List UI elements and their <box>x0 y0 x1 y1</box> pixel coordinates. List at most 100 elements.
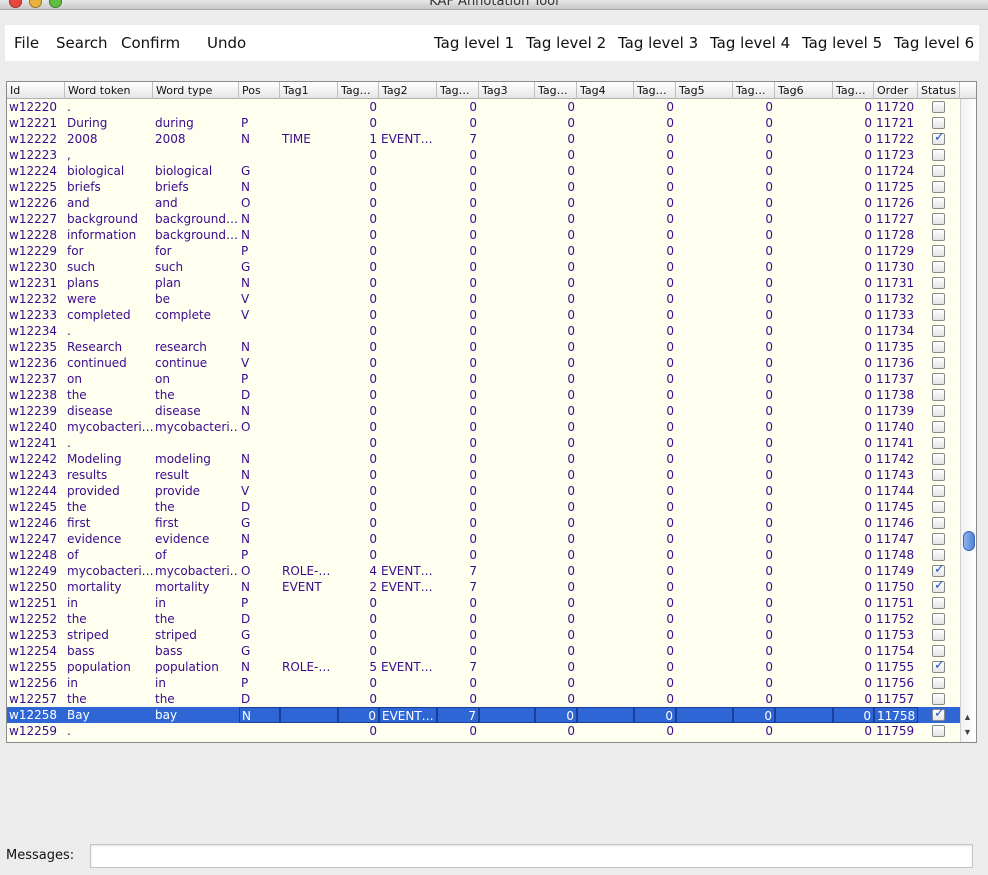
cell-tag3[interactable] <box>479 515 535 531</box>
cell-order[interactable]: 11736 <box>874 355 918 371</box>
cell-word-token[interactable]: plans <box>65 275 153 291</box>
table-row[interactable]: w12252 the the D 0 0 0 0 0 0 11752 <box>7 611 960 627</box>
cell-tag4[interactable] <box>577 467 634 483</box>
cell-tag6[interactable] <box>775 147 833 163</box>
cell-tag6-count[interactable]: 0 <box>833 147 874 163</box>
cell-order[interactable]: 11751 <box>874 595 918 611</box>
cell-tag5[interactable] <box>676 483 733 499</box>
cell-tag3-count[interactable]: 0 <box>535 131 577 147</box>
cell-tag1[interactable]: ROLE-… <box>280 563 338 579</box>
cell-tag3[interactable] <box>479 307 535 323</box>
table-body[interactable]: w12220. 0 0 0 0 0 0 11720 w12221 During during P 0 0 0… <box>7 99 960 742</box>
cell-tag2-count[interactable]: 0 <box>437 339 479 355</box>
column-header-tag1-count[interactable]: Tag… <box>338 82 379 99</box>
cell-tag6[interactable] <box>775 195 833 211</box>
cell-order[interactable]: 11743 <box>874 467 918 483</box>
cell-tag1[interactable] <box>280 339 338 355</box>
cell-tag1-count[interactable]: 0 <box>338 419 379 435</box>
cell-word-type[interactable]: the <box>153 387 239 403</box>
cell-order[interactable]: 11748 <box>874 547 918 563</box>
cell-word-token[interactable]: . <box>65 99 153 115</box>
cell-tag4-count[interactable]: 0 <box>634 515 676 531</box>
cell-tag3[interactable] <box>479 243 535 259</box>
cell-word-type[interactable]: for <box>153 243 239 259</box>
cell-tag4-count[interactable]: 0 <box>634 323 676 339</box>
cell-tag3[interactable] <box>479 627 535 643</box>
cell-tag2[interactable] <box>379 259 437 275</box>
status-checkbox[interactable] <box>932 213 945 225</box>
cell-word-token[interactable]: and <box>65 195 153 211</box>
cell-tag4[interactable] <box>577 435 634 451</box>
table-row[interactable]: w12234. 0 0 0 0 0 0 11734 <box>7 323 960 339</box>
menu-search[interactable]: Search <box>56 34 108 52</box>
cell-tag5-count[interactable]: 0 <box>733 723 775 739</box>
table-row[interactable]: w12245 the the D 0 0 0 0 0 0 11745 <box>7 499 960 515</box>
cell-tag5-count[interactable]: 0 <box>733 643 775 659</box>
cell-tag5-count[interactable]: 0 <box>733 323 775 339</box>
cell-word-type[interactable] <box>153 147 239 163</box>
cell-word-token[interactable]: such <box>65 259 153 275</box>
cell-pos[interactable]: G <box>239 627 280 643</box>
cell-id[interactable]: w12254 <box>7 643 65 659</box>
cell-tag3[interactable] <box>479 691 535 707</box>
cell-word-token[interactable]: continued <box>65 355 153 371</box>
cell-tag4[interactable] <box>577 483 634 499</box>
cell-tag2[interactable] <box>379 627 437 643</box>
cell-tag3[interactable] <box>479 163 535 179</box>
menu-tag-level-5[interactable]: Tag level 5 <box>802 34 882 52</box>
table-row[interactable]: w12257 the the D 0 0 0 0 0 0 11757 <box>7 691 960 707</box>
status-checkbox[interactable] <box>932 229 945 241</box>
cell-tag6[interactable] <box>775 483 833 499</box>
cell-tag1-count[interactable]: 2 <box>338 579 379 595</box>
cell-tag1-count[interactable]: 0 <box>338 243 379 259</box>
cell-word-token[interactable]: the <box>65 611 153 627</box>
cell-tag4[interactable] <box>577 419 634 435</box>
table-row[interactable]: w12247 evidence evidence N 0 0 0 0 0 0 11747 <box>7 531 960 547</box>
cell-tag2-count[interactable]: 0 <box>437 211 479 227</box>
cell-tag5[interactable] <box>676 259 733 275</box>
cell-tag5-count[interactable]: 0 <box>733 371 775 387</box>
column-header-tag2-count[interactable]: Tag… <box>437 82 479 99</box>
cell-tag6-count[interactable]: 0 <box>833 675 874 691</box>
cell-tag6[interactable] <box>775 99 833 115</box>
cell-tag3-count[interactable]: 0 <box>535 659 577 675</box>
status-checkbox[interactable] <box>932 563 945 578</box>
cell-tag5-count[interactable]: 0 <box>733 595 775 611</box>
table-row[interactable]: w12254 bass bass G 0 0 0 0 0 0 11754 <box>7 643 960 659</box>
cell-pos[interactable]: N <box>239 211 280 227</box>
cell-tag6-count[interactable]: 0 <box>833 499 874 515</box>
cell-tag3[interactable] <box>479 643 535 659</box>
cell-tag6[interactable] <box>775 547 833 563</box>
cell-tag3-count[interactable]: 0 <box>535 595 577 611</box>
cell-tag5-count[interactable]: 0 <box>733 611 775 627</box>
cell-tag5[interactable] <box>676 371 733 387</box>
cell-tag5-count[interactable]: 0 <box>733 131 775 147</box>
cell-tag4[interactable] <box>577 675 634 691</box>
cell-tag4[interactable] <box>577 371 634 387</box>
cell-tag2-count[interactable]: 0 <box>437 259 479 275</box>
cell-id[interactable]: w12228 <box>7 227 65 243</box>
cell-id[interactable]: w12235 <box>7 339 65 355</box>
cell-tag2-count[interactable]: 0 <box>437 355 479 371</box>
column-header-tag5-count[interactable]: Tag… <box>733 82 775 99</box>
cell-tag3[interactable] <box>479 451 535 467</box>
cell-id[interactable]: w12242 <box>7 451 65 467</box>
cell-tag5-count[interactable]: 0 <box>733 275 775 291</box>
cell-tag6-count[interactable]: 0 <box>833 723 874 739</box>
cell-order[interactable]: 11733 <box>874 307 918 323</box>
cell-order[interactable]: 11734 <box>874 323 918 339</box>
cell-tag2[interactable]: EVENT… <box>379 579 437 595</box>
cell-tag5[interactable] <box>676 211 733 227</box>
cell-tag6-count[interactable]: 0 <box>833 691 874 707</box>
cell-tag5[interactable] <box>676 675 733 691</box>
cell-tag6-count[interactable]: 0 <box>833 211 874 227</box>
status-checkbox[interactable] <box>932 373 945 385</box>
cell-tag4-count[interactable]: 0 <box>634 579 676 595</box>
cell-word-type[interactable]: research <box>153 339 239 355</box>
cell-tag3-count[interactable]: 0 <box>535 227 577 243</box>
cell-tag2-count[interactable]: 0 <box>437 163 479 179</box>
cell-tag1[interactable] <box>280 675 338 691</box>
cell-tag6-count[interactable]: 0 <box>833 163 874 179</box>
cell-word-type[interactable] <box>153 323 239 339</box>
cell-tag2-count[interactable]: 7 <box>437 579 479 595</box>
